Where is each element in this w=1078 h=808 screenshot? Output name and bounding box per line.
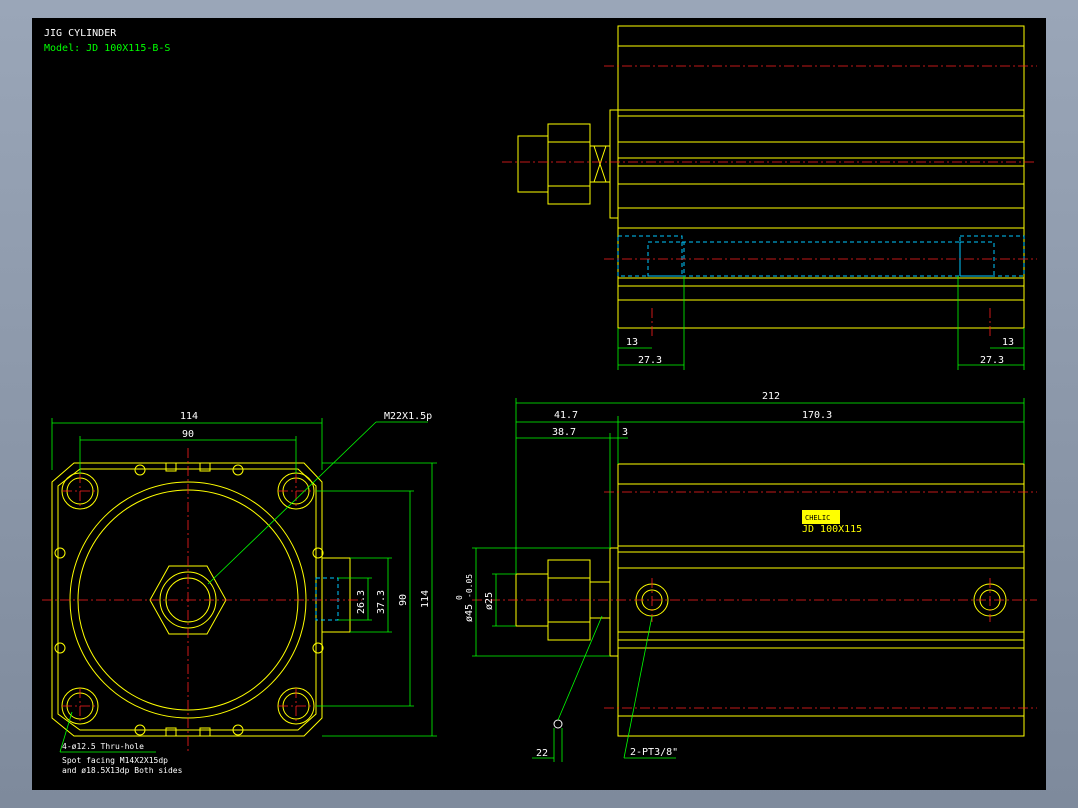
hole-note-3: and ø18.5X13dp Both sides	[62, 766, 183, 775]
cad-viewport[interactable]: JIG CYLINDER Model: JD 100X115-B-S 13 27…	[0, 0, 1078, 808]
dim-bore: ø45	[464, 604, 475, 622]
brand-subtext: JD 100X115	[802, 524, 862, 535]
dim-side-3: 3	[622, 427, 628, 438]
top-view: 13 27.3 13 27.3	[502, 25, 1037, 370]
dim-port-26: 26.3	[356, 590, 367, 614]
dim-front-height-90: 90	[398, 594, 409, 606]
dim-front-width-114: 114	[180, 411, 198, 422]
drawing-svg: JIG CYLINDER Model: JD 100X115-B-S 13 27…	[42, 25, 1037, 775]
dim-pin-22: 22	[536, 748, 548, 759]
dim-top-left-13: 13	[626, 337, 638, 348]
thread-callout: M22X1.5p	[384, 411, 432, 422]
hole-note-2: Spot facing M14X2X15dp	[62, 756, 168, 765]
drawing-title: JIG CYLINDER	[44, 28, 117, 39]
dim-top-left-27: 27.3	[638, 355, 662, 366]
dim-side-38: 38.7	[552, 427, 576, 438]
dim-top-right-27: 27.3	[980, 355, 1004, 366]
dim-top-right-13: 13	[1002, 337, 1014, 348]
dim-front-height-114: 114	[420, 590, 431, 608]
dim-rod-dia: ø25	[484, 592, 495, 610]
port-note: 2-PT3/8"	[630, 747, 678, 758]
dim-bore-tol: -0.05	[465, 574, 474, 598]
side-view: CHELIC JD 100X115 212 41.7 170.3 38.7 3 …	[455, 391, 1037, 762]
dim-front-width-90: 90	[182, 429, 194, 440]
dim-side-170: 170.3	[802, 410, 832, 421]
dim-bore-tol-top: 0	[455, 595, 464, 600]
model-label: Model: JD 100X115-B-S	[44, 43, 170, 54]
dim-side-212: 212	[762, 391, 780, 402]
brand-text: CHELIC	[805, 514, 830, 522]
dim-side-41: 41.7	[554, 410, 578, 421]
drawing-canvas[interactable]: JIG CYLINDER Model: JD 100X115-B-S 13 27…	[32, 18, 1046, 790]
top-view-body	[617, 25, 1025, 329]
front-view: 114 90 114 90 37.3 26.3 M22X1.5p 4-ø12.5…	[42, 411, 437, 775]
hole-note-1: 4-ø12.5 Thru-hole	[62, 742, 144, 751]
dim-port-37: 37.3	[376, 590, 387, 614]
